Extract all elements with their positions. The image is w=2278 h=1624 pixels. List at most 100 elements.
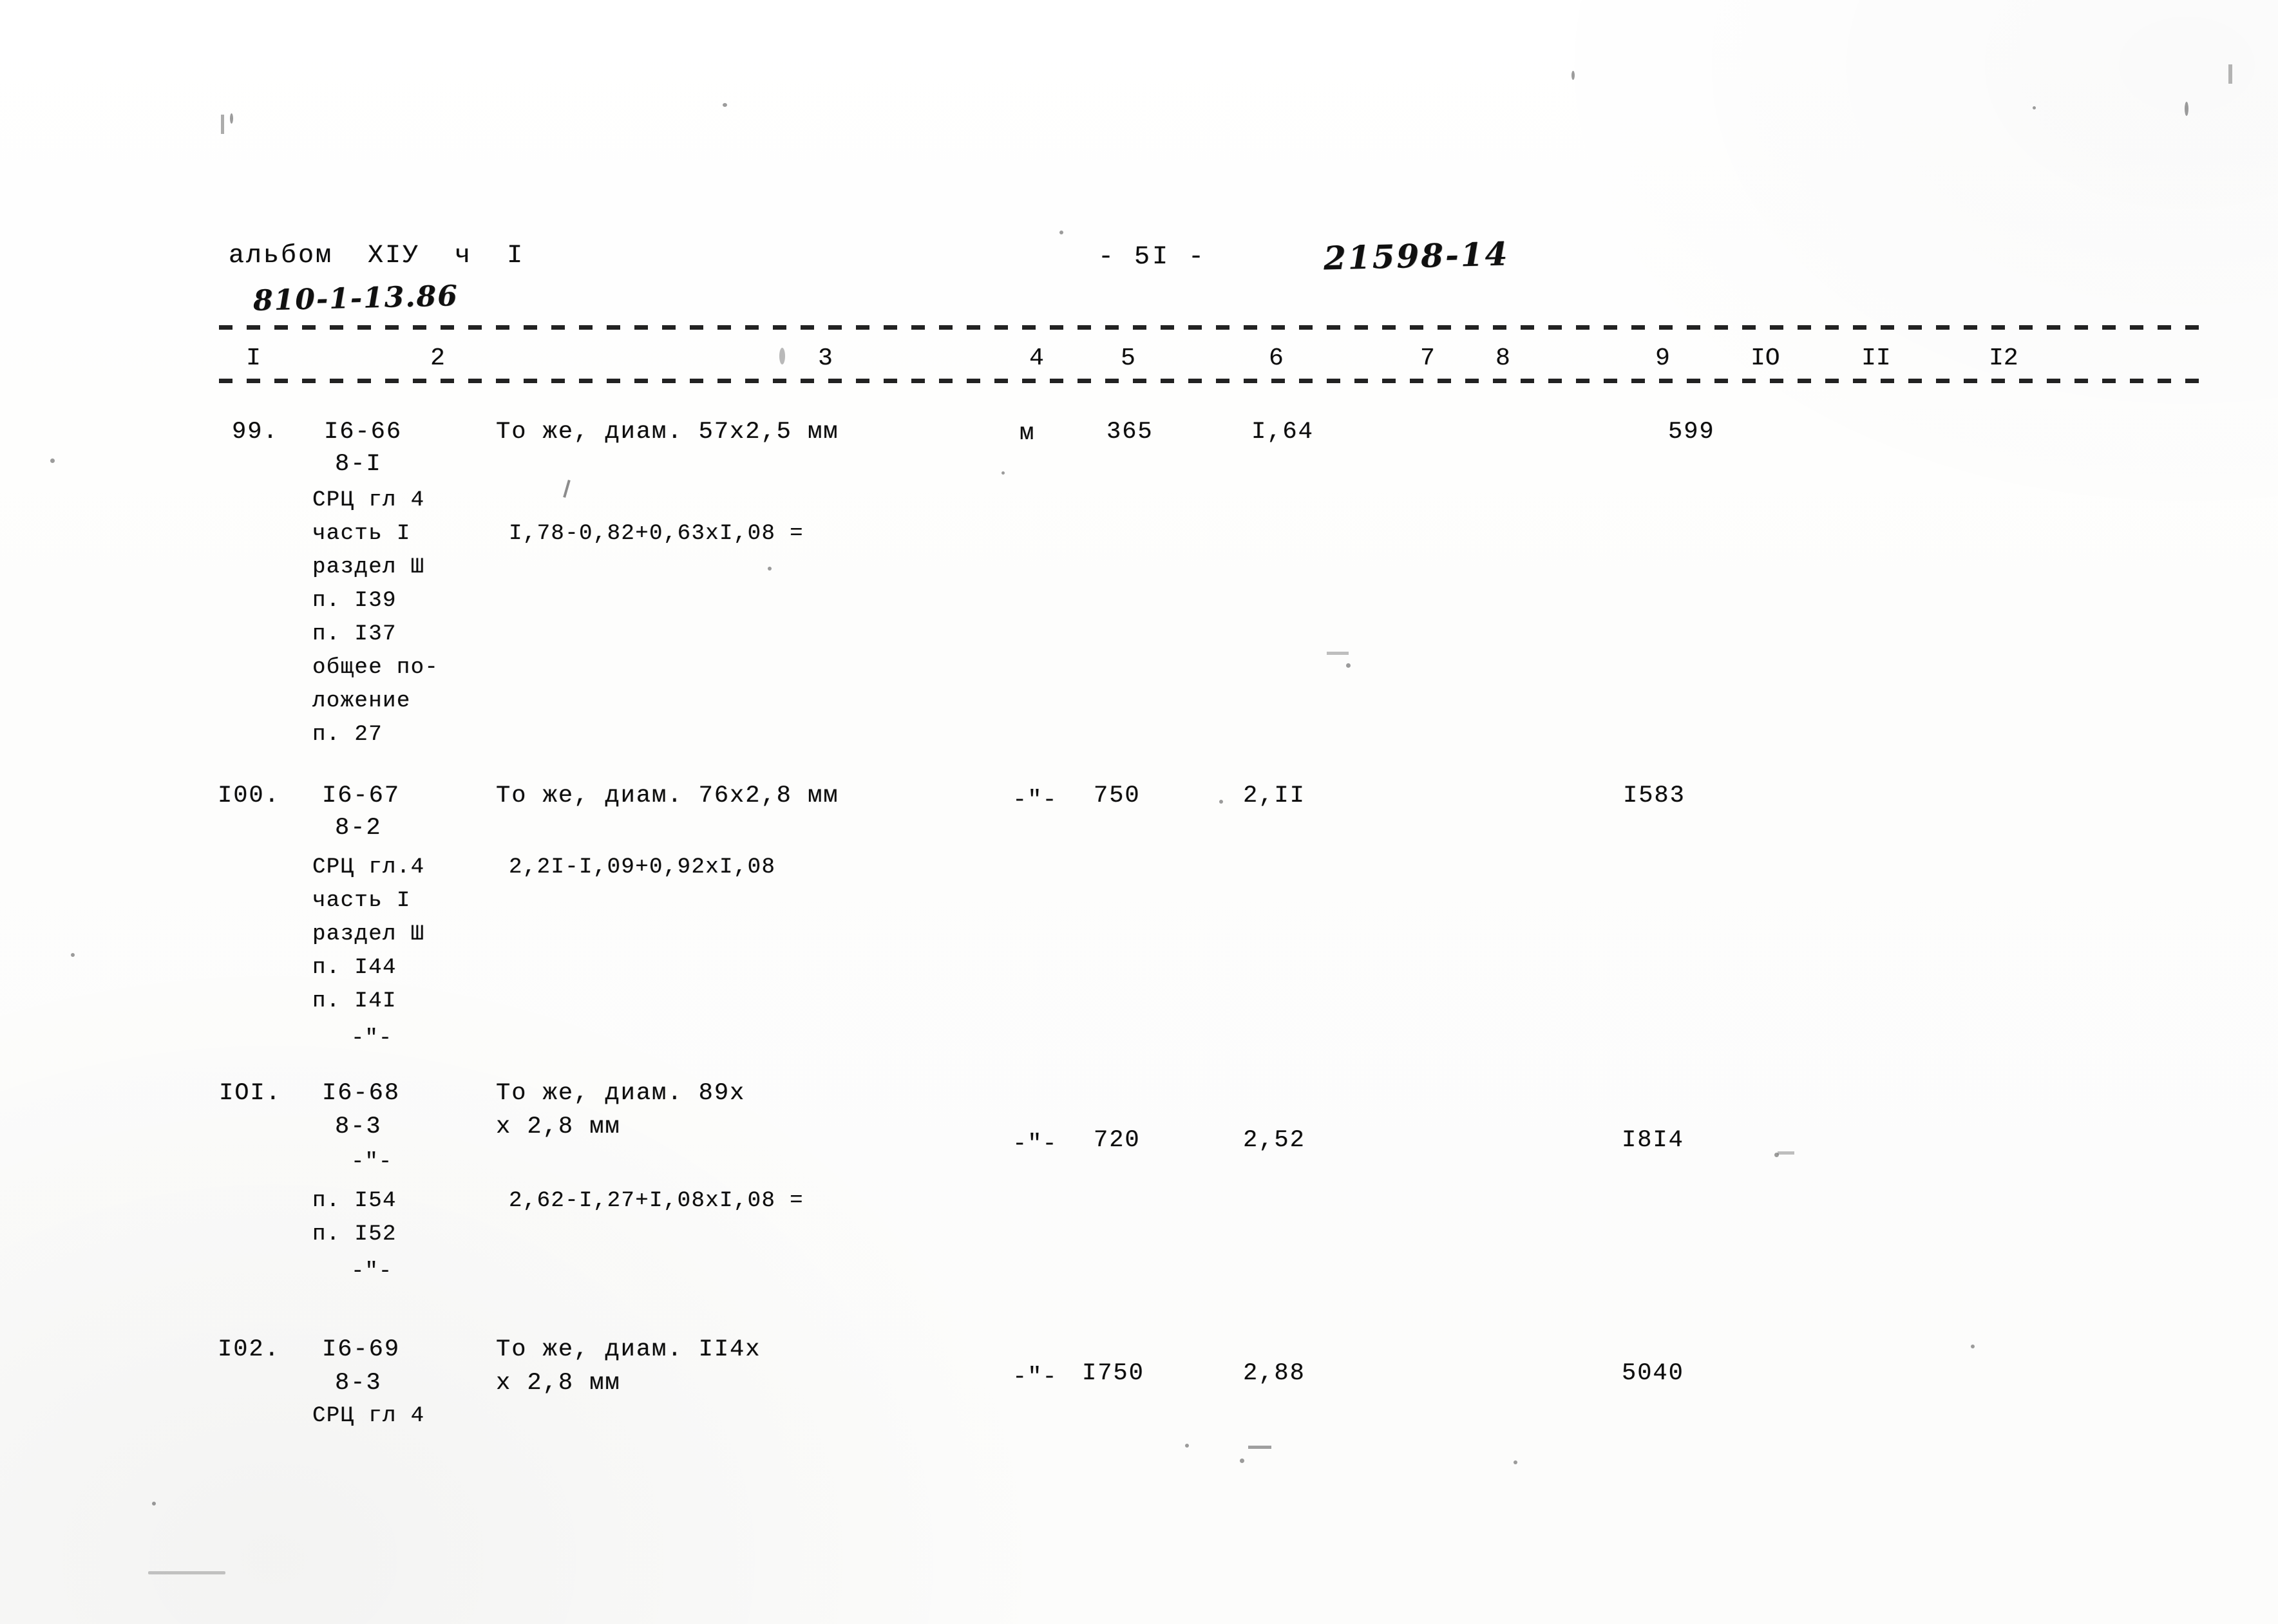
row-description-line-1: То же, диам. II4х — [496, 1336, 761, 1363]
row-note: часть I — [312, 889, 411, 913]
row-code-bottom: 8-2 — [335, 815, 382, 842]
row-note-ditto: -"- — [351, 1260, 393, 1284]
page-marker: - 5I - — [1098, 243, 1207, 272]
row-quantity: I750 — [1082, 1360, 1144, 1387]
row-note: СРЦ гл 4 — [312, 488, 425, 513]
row-formula: 2,62-I,27+I,08хI,08 = — [509, 1189, 804, 1213]
row-note: п. I37 — [312, 622, 397, 647]
column-number-8: 8 — [1495, 345, 1510, 372]
scan-speckle — [1346, 663, 1351, 668]
row-note: общее по- — [312, 656, 439, 680]
column-number-9: 9 — [1655, 345, 1670, 372]
table-rule-top — [219, 325, 2209, 330]
column-number-11: II — [1861, 345, 1891, 372]
table-rule-bottom — [219, 379, 2209, 383]
row-price: 2,II — [1243, 782, 1305, 809]
row-code-top: I6-69 — [322, 1336, 401, 1363]
column-number-5: 5 — [1121, 345, 1135, 372]
column-number-12: I2 — [1989, 345, 2018, 372]
row-code-bottom: 8-3 — [335, 1370, 382, 1397]
row-quantity: 720 — [1094, 1127, 1141, 1154]
row-price: 2,52 — [1243, 1127, 1305, 1154]
row-formula: I,78-0,82+0,63хI,08 = — [509, 522, 804, 546]
row-note: раздел Ш — [312, 555, 425, 580]
row-quantity: 365 — [1106, 419, 1153, 446]
row-unit-ditto: -"- — [1012, 1364, 1058, 1391]
row-price: 2,88 — [1243, 1360, 1305, 1387]
row-description: То же, диам. 76х2,8 мм — [496, 782, 839, 809]
scan-speckle — [1571, 71, 1575, 80]
row-description-line-1: То же, диам. 89х — [496, 1080, 746, 1107]
scan-speckle — [1219, 800, 1223, 804]
row-note: п. I4I — [312, 989, 397, 1014]
row-description-line-2: х 2,8 мм — [496, 1370, 621, 1397]
row-note: п. I52 — [312, 1222, 397, 1247]
row-note-ditto: -"- — [351, 1150, 393, 1175]
scan-speckle — [1185, 1444, 1189, 1448]
scan-speckle — [1059, 231, 1063, 234]
row-description-line-2: х 2,8 мм — [496, 1113, 621, 1140]
scan-artifact-dash — [1778, 1151, 1794, 1155]
row-code-top: I6-68 — [322, 1080, 401, 1107]
scan-speckle — [2033, 106, 2036, 109]
scanned-page: альбом XIУ ч I 810-1-13.86 - 5I - 21598-… — [0, 0, 2278, 1624]
scan-artifact-dash — [1248, 1446, 1271, 1449]
row-note: п. I44 — [312, 956, 397, 980]
row-code-bottom: 8-I — [335, 451, 382, 478]
column-number-4: 4 — [1029, 345, 1044, 372]
row-number: 99. — [232, 419, 279, 446]
scan-speckle — [2185, 102, 2188, 116]
scan-speckle — [1971, 1345, 1975, 1348]
row-note: п. I54 — [312, 1189, 397, 1213]
row-total: 599 — [1668, 419, 1715, 446]
stray-pen-mark — [563, 479, 571, 498]
column-number-10: IO — [1751, 345, 1780, 372]
row-note: СРЦ гл 4 — [312, 1404, 425, 1428]
scan-speckle — [779, 348, 785, 364]
scan-speckle — [1514, 1460, 1517, 1464]
scan-artifact-dash — [1327, 652, 1349, 655]
row-number: IOI. — [219, 1080, 281, 1107]
row-note: часть I — [312, 522, 411, 546]
row-code-top: I6-66 — [324, 419, 403, 446]
row-note: СРЦ гл.4 — [312, 855, 425, 880]
row-total: I8I4 — [1622, 1127, 1684, 1154]
scan-speckle — [768, 567, 772, 571]
scan-artifact-dash — [2228, 64, 2232, 84]
row-total: 5040 — [1622, 1360, 1684, 1387]
row-total: I583 — [1623, 782, 1685, 809]
scan-speckle — [1240, 1459, 1244, 1463]
row-unit: м — [1020, 420, 1036, 447]
row-quantity: 750 — [1094, 782, 1141, 809]
album-code-handwritten: 810-1-13.86 — [252, 279, 459, 317]
row-note: п. 27 — [312, 722, 383, 747]
column-number-6: 6 — [1269, 345, 1284, 372]
scan-speckle — [148, 1571, 225, 1574]
row-note-ditto: -"- — [351, 1026, 393, 1051]
scan-speckle — [230, 113, 233, 124]
row-unit-ditto: -"- — [1012, 1131, 1058, 1158]
row-code-bottom: 8-3 — [335, 1113, 382, 1140]
column-number-7: 7 — [1420, 345, 1435, 372]
scan-speckle — [1001, 471, 1005, 475]
row-unit-ditto: -"- — [1012, 787, 1058, 814]
column-number-3: 3 — [818, 345, 833, 372]
album-line: альбом XIУ ч I — [229, 241, 525, 270]
scan-speckle — [71, 953, 75, 957]
column-number-1: I — [246, 345, 261, 372]
row-code-top: I6-67 — [322, 782, 401, 809]
scan-speckle — [152, 1502, 156, 1506]
row-note: раздел Ш — [312, 922, 425, 947]
row-formula: 2,2I-I,09+0,92хI,08 — [509, 855, 776, 880]
column-number-2: 2 — [430, 345, 445, 372]
row-note: ложение — [312, 689, 411, 713]
row-price: I,64 — [1251, 419, 1314, 446]
row-note: п. I39 — [312, 589, 397, 613]
row-number: I00. — [218, 782, 280, 809]
row-description: То же, диам. 57х2,5 мм — [496, 419, 839, 446]
scan-speckle — [723, 103, 727, 107]
scan-artifact-dash — [221, 115, 224, 134]
row-number: I02. — [218, 1336, 280, 1363]
archive-number-handwritten: 21598-14 — [1323, 234, 1510, 278]
scan-speckle — [50, 458, 55, 463]
